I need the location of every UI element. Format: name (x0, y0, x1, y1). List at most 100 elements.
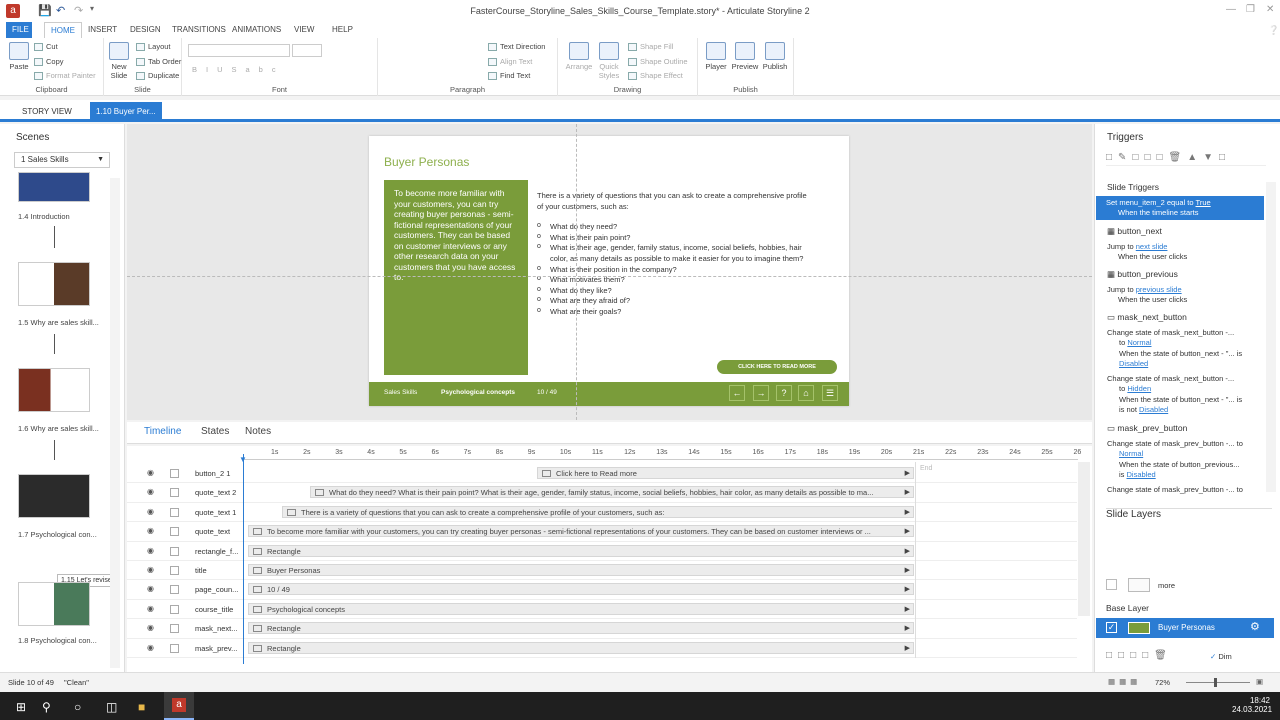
new-slide-button[interactable]: New Slide (104, 42, 134, 80)
eye-icon[interactable]: ◉ (147, 507, 154, 516)
slide-thumbnail[interactable] (18, 262, 90, 306)
trigger-selected[interactable]: Set menu_item_2 equal to True When the t… (1096, 196, 1264, 220)
dim-checkbox[interactable]: ✓ Dim (1210, 652, 1232, 662)
trigger-object[interactable]: ▦ button_previous (1107, 269, 1178, 280)
lock-checkbox[interactable] (170, 488, 179, 498)
player-button[interactable]: Player (701, 42, 731, 71)
eye-icon[interactable]: ◉ (147, 468, 154, 477)
timeline-bar[interactable]: What do they need? What is their pain po… (310, 486, 914, 499)
triggers-scrollbar[interactable] (1266, 182, 1276, 492)
tab-states[interactable]: States (201, 426, 229, 437)
tab-home[interactable]: HOME (44, 22, 82, 38)
bar-end-arrow-icon[interactable]: ▶ (905, 487, 910, 497)
page-counter[interactable]: 10 / 49 (537, 389, 557, 396)
timeline-object-name[interactable]: page_coun... (195, 585, 243, 594)
lock-checkbox[interactable] (170, 546, 179, 556)
tab-notes[interactable]: Notes (245, 426, 271, 437)
close-icon[interactable]: ✕ (1266, 4, 1274, 15)
shape-fill-button[interactable]: Shape Fill (628, 42, 673, 52)
layout-button[interactable]: Layout (136, 42, 171, 52)
layer-name[interactable]: more (1158, 581, 1175, 591)
timeline-object-name[interactable]: quote_text 1 (195, 508, 243, 517)
questions-text[interactable]: There is a variety of questions that you… (537, 191, 807, 318)
tab-file[interactable]: FILE (6, 22, 32, 38)
tab-design[interactable]: DESIGN (124, 22, 167, 38)
help-question-icon[interactable]: ? (776, 385, 792, 401)
check-icon[interactable]: ✓ (1106, 622, 1117, 633)
slide-thumbnail[interactable] (18, 474, 90, 518)
bar-end-arrow-icon[interactable]: ▶ (905, 468, 910, 478)
trigger-item[interactable]: Change state of mask_prev_button -... to… (1107, 439, 1243, 481)
restore-icon[interactable]: ❐ (1246, 4, 1255, 15)
eye-icon[interactable]: ◉ (147, 623, 154, 632)
previous-arrow-icon[interactable]: ← (729, 385, 745, 401)
lock-checkbox[interactable] (170, 566, 179, 575)
eye-icon[interactable]: ◉ (147, 565, 154, 574)
trigger-object[interactable]: ▭ mask_prev_button (1107, 423, 1187, 434)
cut-button[interactable]: Cut (34, 42, 58, 52)
bar-end-arrow-icon[interactable]: ▶ (905, 507, 910, 517)
timeline-bar[interactable]: To become more familiar with your custom… (248, 525, 914, 538)
base-layer-item[interactable]: Buyer Personas (1096, 618, 1274, 638)
scene-item-label[interactable]: 1.4 Introduction (18, 212, 70, 221)
next-arrow-icon[interactable]: → (753, 385, 769, 401)
paste-button[interactable]: Paste (4, 42, 34, 71)
zoom-slider-thumb[interactable] (1214, 678, 1217, 687)
timeline-object-name[interactable]: title (195, 566, 243, 575)
timeline-bar[interactable]: Rectangle ▶ (248, 544, 914, 557)
tab-transitions[interactable]: TRANSITIONS (166, 22, 232, 38)
lock-checkbox[interactable] (170, 624, 179, 634)
bar-end-arrow-icon[interactable]: ▶ (905, 643, 910, 653)
shape-outline-button[interactable]: Shape Outline (628, 57, 688, 67)
tab-insert[interactable]: INSERT (82, 22, 123, 38)
lock-checkbox[interactable] (170, 507, 179, 517)
playhead[interactable] (243, 454, 244, 664)
find-text-button[interactable]: Find Text (488, 71, 530, 81)
storyline-taskbar-button[interactable]: a (164, 692, 194, 720)
home-icon[interactable]: ⌂ (798, 385, 814, 401)
eye-icon[interactable]: ◉ (147, 526, 154, 535)
help-icon[interactable]: ❔ (1268, 25, 1279, 36)
minimize-icon[interactable]: — (1226, 4, 1236, 15)
layers-toolbar[interactable]: □□□□🗑 (1106, 650, 1173, 661)
lock-checkbox[interactable] (170, 469, 179, 478)
bar-end-arrow-icon[interactable]: ▶ (905, 623, 910, 633)
tab-order-button[interactable]: Tab Order (136, 57, 181, 67)
search-icon[interactable]: ⚲ (42, 700, 51, 714)
intro-text-box[interactable]: To become more familiar with your custom… (384, 180, 528, 375)
eye-icon[interactable]: ◉ (147, 584, 154, 593)
trigger-item[interactable]: Change state of mask_prev_button -... to (1107, 485, 1243, 499)
lock-checkbox[interactable] (170, 604, 179, 614)
slide-thumbnail[interactable] (18, 368, 90, 412)
bar-end-arrow-icon[interactable]: ▶ (905, 546, 910, 556)
duplicate-button[interactable]: Duplicate (136, 71, 179, 81)
scene-item-label[interactable]: 1.7 Psychological con... (18, 530, 97, 539)
trigger-item[interactable]: Change state of mask_next_button -... to… (1107, 374, 1242, 416)
scene-dropdown[interactable]: 1 Sales Skills ▼ (14, 152, 110, 168)
zoom-slider[interactable] (1186, 682, 1250, 683)
course-title[interactable]: Sales Skills (384, 389, 417, 396)
lock-checkbox[interactable] (170, 585, 179, 595)
file-explorer-icon[interactable]: ■ (138, 700, 145, 714)
scenes-scrollbar[interactable] (110, 178, 120, 668)
bar-end-arrow-icon[interactable]: ▶ (905, 584, 910, 594)
timeline-object-name[interactable]: mask_next... (195, 624, 243, 633)
topic-title[interactable]: Psychological concepts (441, 389, 515, 396)
tab-story-view[interactable]: STORY VIEW (16, 102, 78, 122)
layer-visibility-checkbox[interactable] (1106, 579, 1117, 590)
trigger-item[interactable]: Jump to previous slide When the user clic… (1107, 285, 1187, 306)
text-direction-button[interactable]: Text Direction (488, 42, 545, 52)
task-view-icon[interactable]: ◫ (106, 700, 117, 714)
tab-timeline[interactable]: Timeline (144, 426, 181, 437)
tab-animations[interactable]: ANIMATIONS (226, 22, 287, 38)
timeline-bar[interactable]: Rectangle ▶ (248, 641, 914, 654)
eye-icon[interactable]: ◉ (147, 546, 154, 555)
bar-end-arrow-icon[interactable]: ▶ (905, 526, 910, 536)
timeline-bar[interactable]: Rectangle ▶ (248, 622, 914, 635)
tab-current-slide[interactable]: 1.10 Buyer Per... (90, 102, 162, 122)
lock-checkbox[interactable] (170, 527, 179, 537)
format-painter-button[interactable]: Format Painter (34, 71, 96, 81)
trigger-item[interactable]: Change state of mask_next_button -... to… (1107, 328, 1242, 370)
timeline-object-name[interactable]: quote_text (195, 527, 243, 536)
timeline-object-name[interactable]: course_title (195, 605, 243, 614)
